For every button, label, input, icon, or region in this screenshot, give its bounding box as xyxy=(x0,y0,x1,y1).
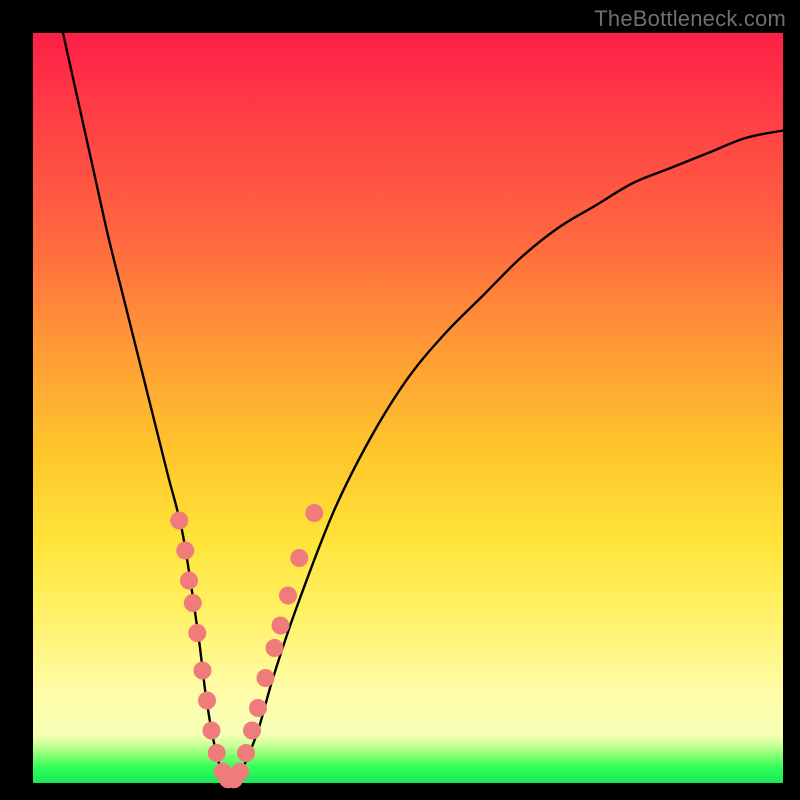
data-marker xyxy=(305,504,323,522)
data-marker xyxy=(237,744,255,762)
chart-frame: TheBottleneck.com xyxy=(0,0,800,800)
plot-area xyxy=(33,33,783,783)
data-marker xyxy=(184,594,202,612)
data-marker xyxy=(180,572,198,590)
data-marker xyxy=(188,624,206,642)
data-marker xyxy=(249,699,267,717)
data-marker xyxy=(231,763,249,781)
data-marker xyxy=(279,587,297,605)
data-marker xyxy=(290,549,308,567)
data-marker xyxy=(170,512,188,530)
bottleneck-curve xyxy=(63,33,783,785)
marker-group xyxy=(170,504,323,788)
data-marker xyxy=(266,639,284,657)
curve-layer xyxy=(33,33,783,783)
data-marker xyxy=(194,662,212,680)
data-marker xyxy=(257,669,275,687)
data-marker xyxy=(272,617,290,635)
data-marker xyxy=(176,542,194,560)
data-marker xyxy=(198,692,216,710)
data-marker xyxy=(208,744,226,762)
watermark-text: TheBottleneck.com xyxy=(594,6,786,32)
data-marker xyxy=(243,722,261,740)
data-marker xyxy=(203,722,221,740)
